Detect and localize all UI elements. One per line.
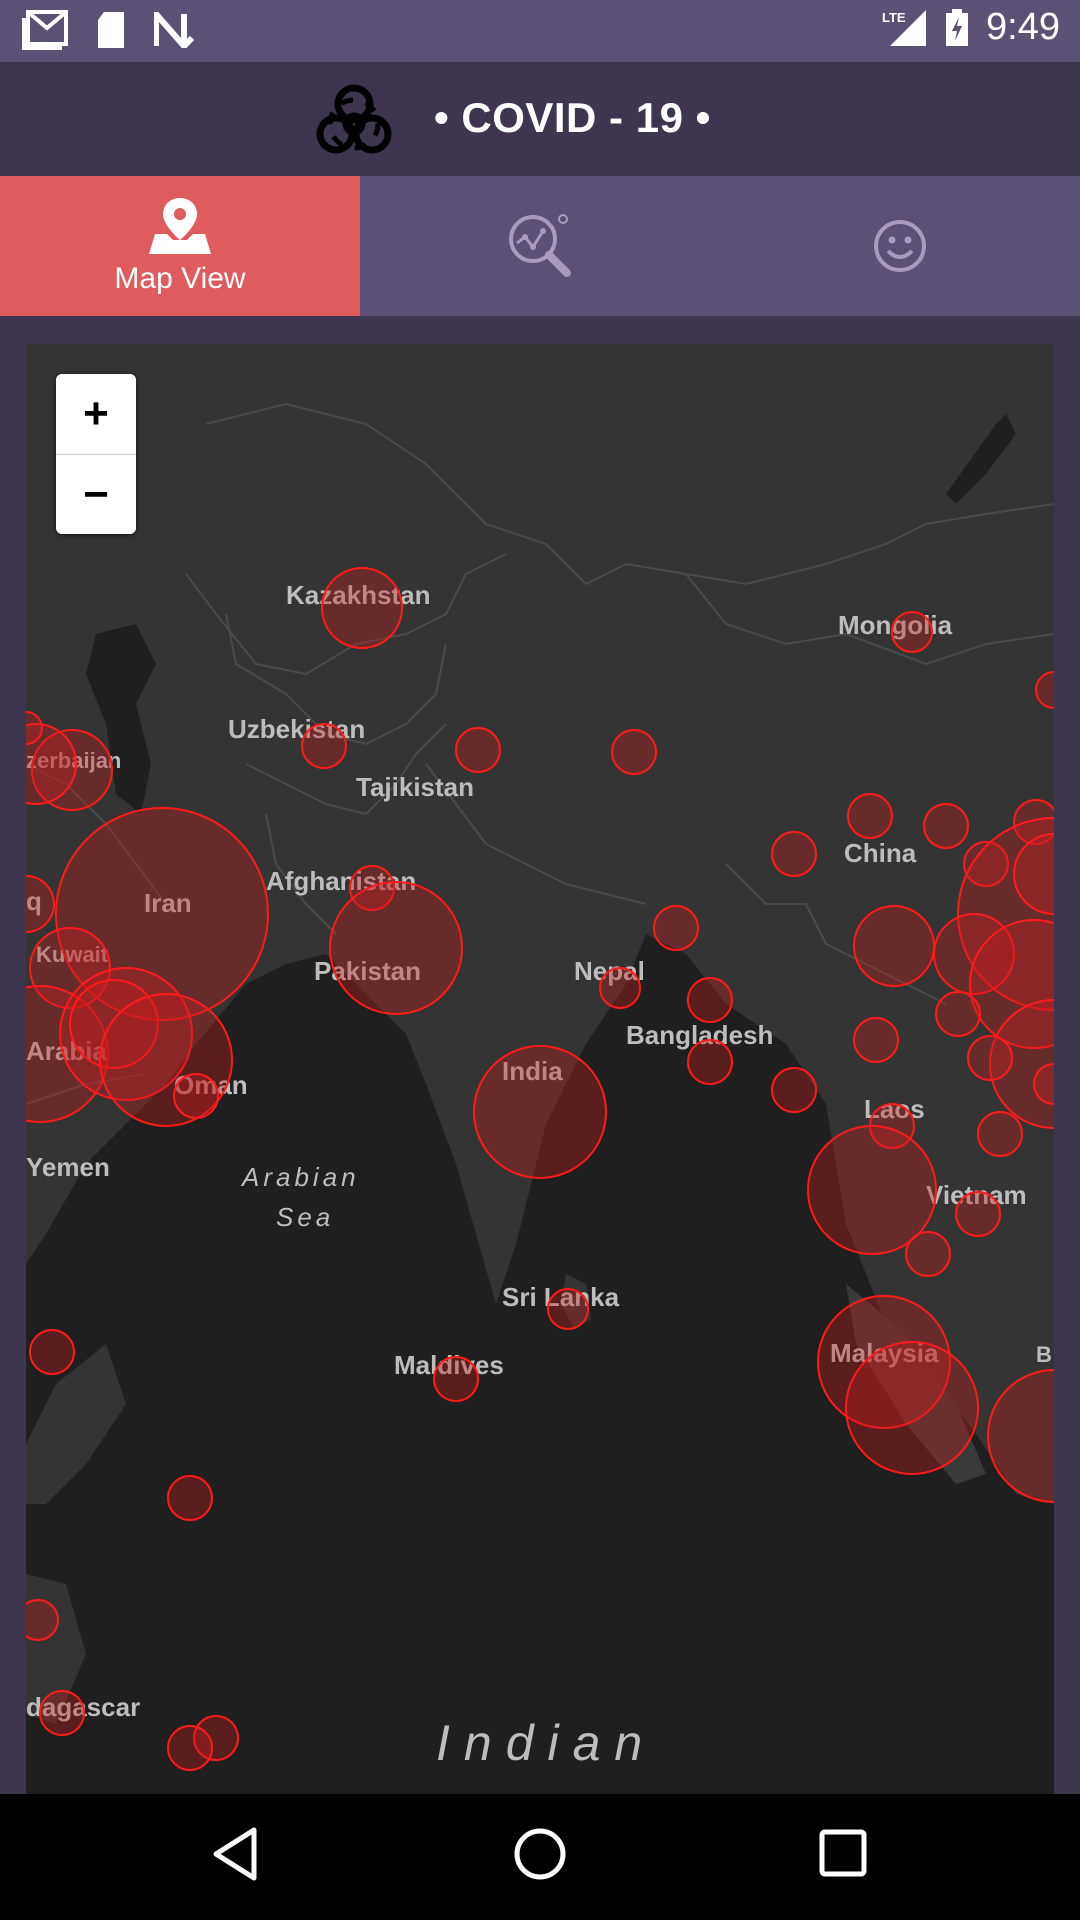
marker-bhutan[interactable] bbox=[687, 977, 733, 1023]
marker-sri-lanka[interactable] bbox=[547, 1288, 589, 1330]
zoom-in-button[interactable]: + bbox=[56, 374, 136, 455]
tab-map-view-label: Map View bbox=[114, 262, 246, 295]
marker-maldives[interactable] bbox=[433, 1356, 479, 1402]
back-icon[interactable] bbox=[210, 1826, 260, 1882]
tab-bar: Map View bbox=[0, 176, 1080, 316]
system-icons: LTE 9:49 bbox=[882, 6, 1060, 49]
biohazard-icon bbox=[316, 84, 392, 154]
marker-india[interactable] bbox=[473, 1045, 607, 1179]
map-canvas[interactable]: Kazakhstan Mongolia Uzbekistan zerbaijan… bbox=[26, 344, 1054, 1794]
n-logo-icon bbox=[154, 12, 194, 48]
label-indian-ocean: Indian bbox=[436, 1715, 656, 1771]
marker-kyrgyzstan[interactable] bbox=[455, 727, 501, 773]
recents-icon[interactable] bbox=[818, 1828, 868, 1878]
label-yemen: Yemen bbox=[26, 1152, 110, 1182]
marker-singapore[interactable] bbox=[845, 1341, 979, 1475]
zoom-control: + − bbox=[56, 374, 136, 534]
marker-macau[interactable] bbox=[967, 1035, 1013, 1081]
lte-signal-icon: LTE bbox=[882, 9, 927, 46]
zoom-out-button[interactable]: − bbox=[56, 455, 136, 535]
marker-china-11[interactable] bbox=[935, 991, 981, 1037]
marker-mongolia[interactable] bbox=[891, 611, 933, 653]
marker-china-tibet[interactable] bbox=[653, 905, 699, 951]
marker-china-3[interactable] bbox=[771, 831, 817, 877]
analytics-search-icon bbox=[509, 214, 571, 277]
home-icon[interactable] bbox=[512, 1826, 568, 1882]
marker-oman[interactable] bbox=[173, 1073, 219, 1119]
marker-bangladesh[interactable] bbox=[687, 1039, 733, 1085]
marker-nepal[interactable] bbox=[599, 967, 641, 1009]
system-nav-bar bbox=[0, 1794, 1080, 1920]
status-bar: LTE 9:49 bbox=[0, 0, 1080, 62]
marker-china-1[interactable] bbox=[847, 793, 893, 839]
marker-uzbekistan[interactable] bbox=[301, 723, 347, 769]
notification-icons bbox=[22, 10, 194, 50]
tab-analytics[interactable] bbox=[360, 176, 720, 316]
marker-china-12[interactable] bbox=[853, 1017, 899, 1063]
marker-seychelles[interactable] bbox=[167, 1475, 213, 1521]
label-arabian-sea: Arabian bbox=[240, 1162, 360, 1192]
svg-text:LTE: LTE bbox=[882, 10, 906, 25]
map-view[interactable]: Kazakhstan Mongolia Uzbekistan zerbaijan… bbox=[26, 344, 1054, 1794]
marker-cambodia[interactable] bbox=[905, 1231, 951, 1277]
battery-charging-icon bbox=[946, 8, 969, 46]
marker-china-west[interactable] bbox=[611, 729, 657, 775]
clock: 9:49 bbox=[986, 6, 1060, 48]
marker-vietnam-north[interactable] bbox=[977, 1111, 1023, 1157]
marker-comoros[interactable] bbox=[26, 1599, 59, 1641]
gmail-icon bbox=[22, 10, 68, 50]
tab-map-view[interactable]: Map View bbox=[0, 176, 360, 316]
marker-madagascar[interactable] bbox=[39, 1690, 85, 1736]
label-tajikistan: Tajikistan bbox=[356, 772, 474, 802]
label-sea: Sea bbox=[276, 1202, 334, 1232]
marker-myanmar[interactable] bbox=[771, 1067, 817, 1113]
marker-somalia[interactable] bbox=[29, 1329, 75, 1375]
sd-card-icon bbox=[98, 12, 124, 48]
smiley-icon bbox=[874, 220, 926, 272]
marker-kazakhstan[interactable] bbox=[321, 567, 403, 649]
label-china: China bbox=[844, 838, 917, 868]
marker-china-2[interactable] bbox=[923, 803, 969, 849]
marker-china-6[interactable] bbox=[853, 905, 935, 987]
map-pin-icon bbox=[149, 198, 211, 254]
label-edge-b: B bbox=[1036, 1342, 1052, 1367]
app-title: • COVID - 19 • bbox=[434, 94, 711, 141]
marker-pakistan[interactable] bbox=[329, 881, 463, 1015]
marker-vietnam[interactable] bbox=[955, 1191, 1001, 1237]
marker-reunion[interactable] bbox=[167, 1725, 213, 1771]
tab-about[interactable] bbox=[720, 176, 1080, 316]
